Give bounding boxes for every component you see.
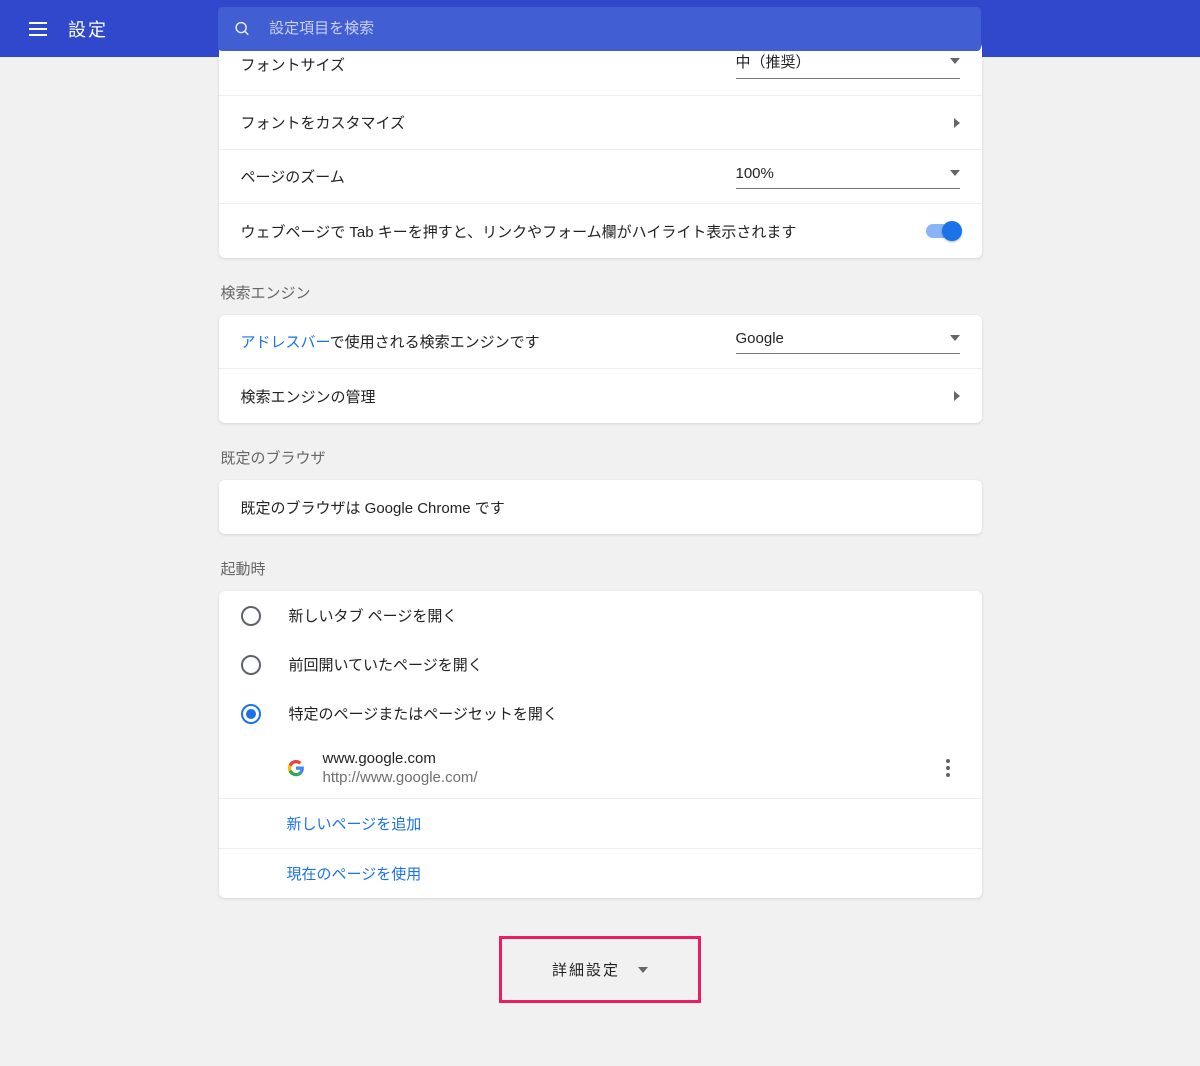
page-zoom-row[interactable]: ページのズーム 100% (219, 150, 982, 204)
font-size-label: フォントサイズ (241, 54, 736, 75)
radio-icon-checked[interactable] (241, 704, 261, 724)
google-favicon-icon (287, 759, 305, 777)
startup-section-title: 起動時 (221, 558, 982, 579)
startup-card: 新しいタブ ページを開く 前回開いていたページを開く 特定のページまたはページセ… (219, 591, 982, 898)
appearance-card: フォントサイズ 中（推奨） フォントをカスタマイズ ページのズーム 100% ウ… (219, 42, 982, 258)
caret-down-icon (950, 170, 960, 176)
customize-fonts-row[interactable]: フォントをカスタマイズ (219, 96, 982, 150)
search-engine-card: アドレスバーで使用される検索エンジンです Google 検索エンジンの管理 (219, 315, 982, 423)
manage-engines-row[interactable]: 検索エンジンの管理 (219, 369, 982, 423)
radio-icon[interactable] (241, 606, 261, 626)
search-box[interactable] (218, 7, 981, 51)
arrow-right-icon (954, 391, 960, 401)
startup-option-continue[interactable]: 前回開いていたページを開く (219, 640, 982, 689)
caret-down-icon (950, 58, 960, 64)
caret-down-icon (638, 967, 648, 973)
tab-highlight-row: ウェブページで Tab キーを押すと、リンクやフォーム欄がハイライト表示されます (219, 204, 982, 258)
add-page-row[interactable]: 新しいページを追加 (219, 799, 982, 849)
page-zoom-select[interactable]: 100% (736, 165, 960, 189)
search-engine-section-title: 検索エンジン (221, 282, 982, 303)
radio-icon[interactable] (241, 655, 261, 675)
default-browser-section-title: 既定のブラウザ (221, 447, 982, 468)
startup-page-url: http://www.google.com/ (323, 769, 936, 786)
app-header: 設定 (0, 0, 1200, 57)
startup-page-entry: www.google.com http://www.google.com/ (219, 738, 982, 799)
app-title: 設定 (68, 16, 108, 42)
search-input[interactable] (269, 20, 965, 37)
startup-option-newtab[interactable]: 新しいタブ ページを開く (219, 591, 982, 640)
address-bar-link[interactable]: アドレスバー (241, 334, 330, 351)
caret-down-icon (950, 335, 960, 341)
arrow-right-icon (954, 118, 960, 128)
default-browser-status: 既定のブラウザは Google Chrome です (219, 480, 982, 534)
use-current-row[interactable]: 現在のページを使用 (219, 849, 982, 898)
startup-page-title: www.google.com (323, 750, 936, 767)
font-size-select[interactable]: 中（推奨） (736, 51, 960, 79)
search-engine-select[interactable]: Google (736, 330, 960, 354)
advanced-settings-button[interactable]: 詳細設定 (499, 936, 701, 1003)
menu-icon[interactable] (24, 15, 52, 43)
search-icon (234, 20, 251, 38)
address-bar-engine-row[interactable]: アドレスバーで使用される検索エンジンです Google (219, 315, 982, 369)
default-browser-card: 既定のブラウザは Google Chrome です (219, 480, 982, 534)
more-vert-icon[interactable] (936, 756, 960, 780)
settings-content: フォントサイズ 中（推奨） フォントをカスタマイズ ページのズーム 100% ウ… (219, 42, 982, 1003)
startup-option-specific[interactable]: 特定のページまたはページセットを開く (219, 689, 982, 738)
tab-highlight-toggle[interactable] (926, 224, 960, 238)
